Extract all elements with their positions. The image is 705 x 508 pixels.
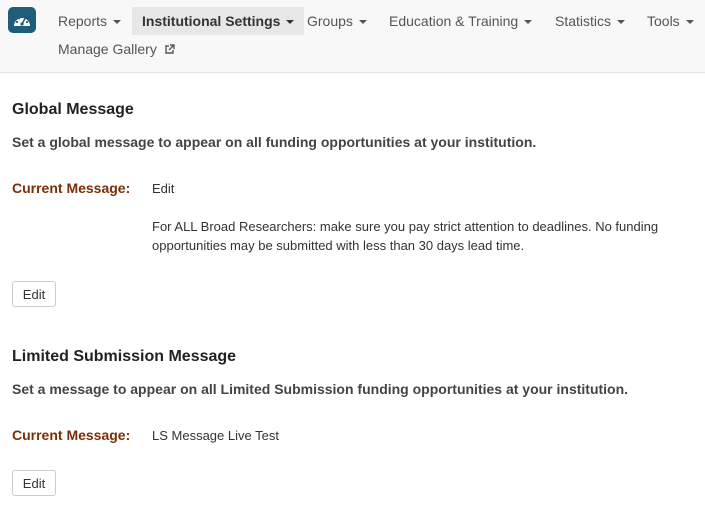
nav-education-training[interactable]: Education & Training xyxy=(379,7,542,35)
nav-label: Tools xyxy=(647,13,680,29)
nav-label: Education & Training xyxy=(389,13,519,29)
global-message-description: Set a global message to appear on all fu… xyxy=(12,134,537,150)
nav-reports[interactable]: Reports xyxy=(48,7,131,35)
nav-label: Reports xyxy=(58,13,108,29)
caret-down-icon xyxy=(286,20,295,24)
global-message-title: Global Message xyxy=(12,101,134,118)
nav-label: Institutional Settings xyxy=(142,13,281,29)
nav-label: Manage Gallery xyxy=(58,41,157,57)
nav-label: Statistics xyxy=(555,13,612,29)
caret-down-icon xyxy=(524,20,533,24)
caret-down-icon xyxy=(358,20,367,24)
top-navbar: Reports Institutional Settings Groups Ed… xyxy=(0,0,705,73)
caret-down-icon xyxy=(617,20,626,24)
limited-submission-description: Set a message to appear on all Limited S… xyxy=(12,381,629,397)
nav-statistics[interactable]: Statistics xyxy=(545,7,635,35)
global-current-message-edit: Edit xyxy=(152,181,175,196)
nav-groups[interactable]: Groups xyxy=(297,7,377,35)
global-edit-button[interactable]: Edit xyxy=(12,281,56,307)
caret-down-icon xyxy=(113,20,122,24)
limited-edit-button[interactable]: Edit xyxy=(12,470,56,496)
limited-current-message-value: LS Message Live Test xyxy=(152,428,279,443)
nav-manage-gallery[interactable]: Manage Gallery xyxy=(48,35,185,63)
nav-institutional-settings[interactable]: Institutional Settings xyxy=(132,7,305,35)
caret-down-icon xyxy=(685,20,694,24)
nav-label: Groups xyxy=(307,13,353,29)
speedometer-icon xyxy=(12,12,32,28)
global-current-message-label: Current Message: xyxy=(12,180,131,196)
home-logo[interactable] xyxy=(8,7,36,33)
external-link-icon xyxy=(164,43,175,55)
limited-submission-title: Limited Submission Message xyxy=(12,348,237,365)
nav-tools[interactable]: Tools xyxy=(637,7,704,35)
limited-current-message-label: Current Message: xyxy=(12,427,131,443)
global-message-body: For ALL Broad Researchers: make sure you… xyxy=(152,219,659,253)
